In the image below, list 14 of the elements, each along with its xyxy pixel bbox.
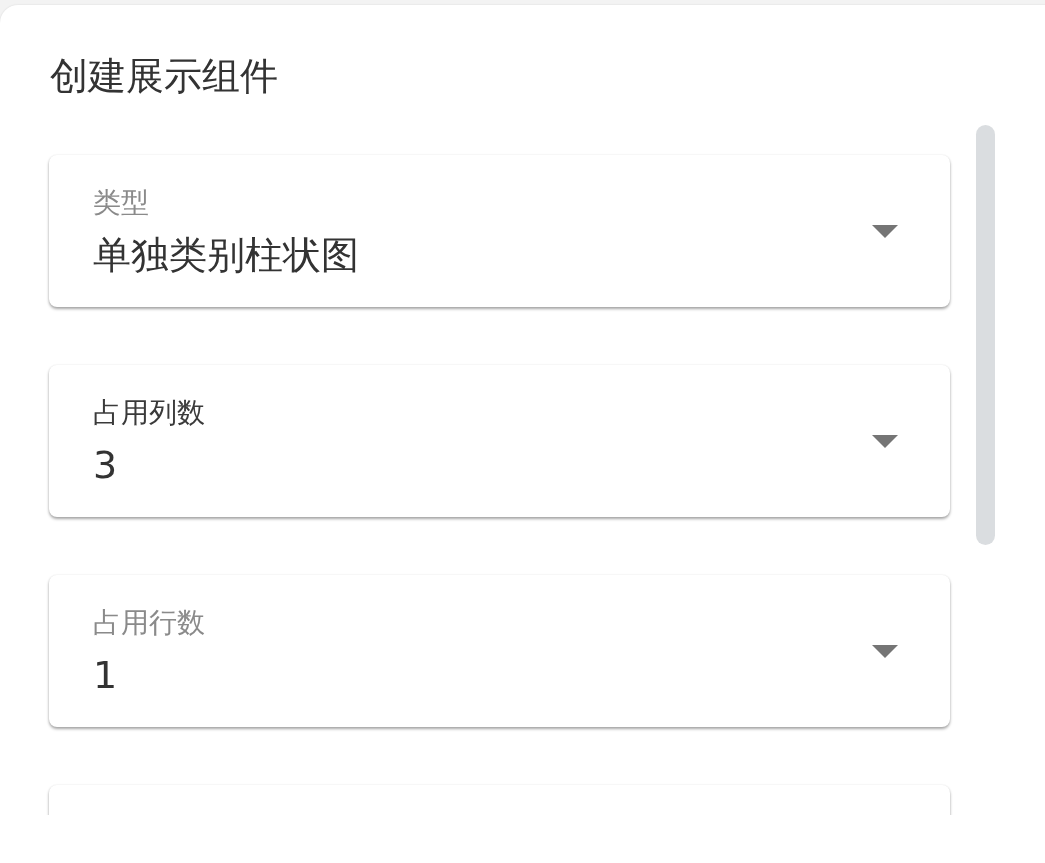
scrollbar-thumb[interactable] xyxy=(976,125,995,545)
select-field[interactable]: 占用列数 3 xyxy=(49,365,950,517)
caret-icon xyxy=(872,434,898,448)
field-label: 占用行数 xyxy=(93,605,205,641)
select-field[interactable]: 占用行数 1 xyxy=(49,575,950,727)
field-value: 1 xyxy=(93,652,119,699)
select-field[interactable]: 类型 单独类别柱状图 xyxy=(49,155,950,307)
caret-icon xyxy=(872,224,898,238)
field-label: 类型 xyxy=(93,185,150,221)
caret-icon xyxy=(872,644,898,658)
field-value: 3 xyxy=(93,442,119,489)
field-value: 单独类别柱状图 xyxy=(93,232,359,279)
field-label: 占用列数 xyxy=(93,395,205,431)
dialog-title: 创建展示组件 xyxy=(49,53,279,100)
